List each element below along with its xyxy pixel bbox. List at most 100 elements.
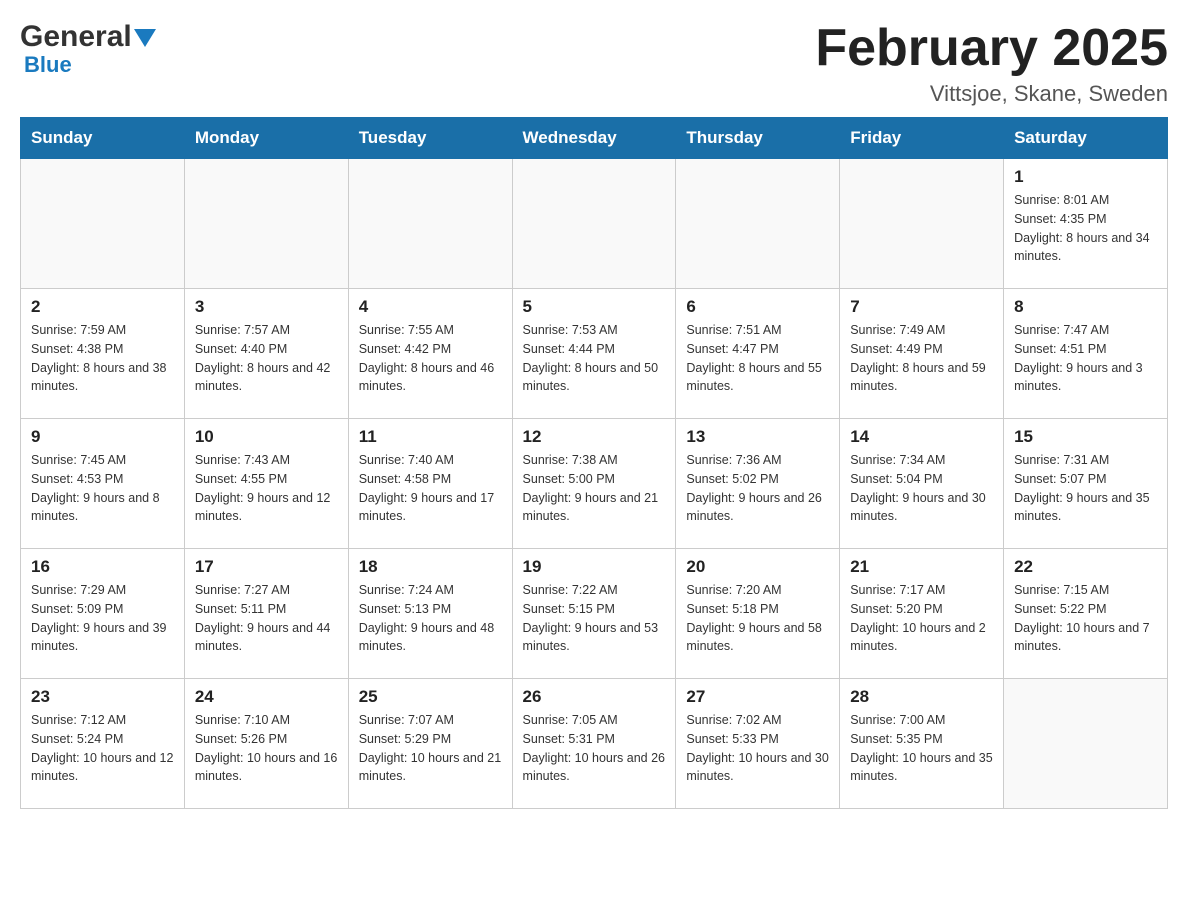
day-info: Sunrise: 7:31 AMSunset: 5:07 PMDaylight:… bbox=[1014, 451, 1157, 526]
day-info: Sunrise: 7:34 AMSunset: 5:04 PMDaylight:… bbox=[850, 451, 993, 526]
day-info: Sunrise: 7:27 AMSunset: 5:11 PMDaylight:… bbox=[195, 581, 338, 656]
calendar-cell: 26 Sunrise: 7:05 AMSunset: 5:31 PMDayligh… bbox=[512, 679, 676, 809]
calendar-cell: 23 Sunrise: 7:12 AMSunset: 5:24 PMDayligh… bbox=[21, 679, 185, 809]
day-number: 10 bbox=[195, 427, 338, 447]
day-info: Sunrise: 7:38 AMSunset: 5:00 PMDaylight:… bbox=[523, 451, 666, 526]
calendar-cell: 13Sunrise: 7:36 AMSunset: 5:02 PMDayligh… bbox=[676, 419, 840, 549]
day-number: 11 bbox=[359, 427, 502, 447]
col-friday: Friday bbox=[840, 118, 1004, 159]
day-number: 4 bbox=[359, 297, 502, 317]
calendar-cell bbox=[1004, 679, 1168, 809]
calendar-week-3: 16 Sunrise: 7:29 AMSunset: 5:09 PMDayligh… bbox=[21, 549, 1168, 679]
day-number: 15 bbox=[1014, 427, 1157, 447]
col-saturday: Saturday bbox=[1004, 118, 1168, 159]
day-number: 22 bbox=[1014, 557, 1157, 577]
day-number: 20 bbox=[686, 557, 829, 577]
calendar-title: February 2025 bbox=[815, 20, 1168, 77]
calendar-cell: 11 Sunrise: 7:40 AMSunset: 4:58 PMDayligh… bbox=[348, 419, 512, 549]
day-number: 1 bbox=[1014, 167, 1157, 187]
calendar-cell: 22 Sunrise: 7:15 AMSunset: 5:22 PMDayligh… bbox=[1004, 549, 1168, 679]
calendar-cell: 9Sunrise: 7:45 AMSunset: 4:53 PMDaylight… bbox=[21, 419, 185, 549]
day-info: Sunrise: 7:10 AMSunset: 5:26 PMDaylight:… bbox=[195, 711, 338, 786]
day-number: 6 bbox=[686, 297, 829, 317]
logo-blue-text: Blue bbox=[20, 52, 72, 78]
day-number: 25 bbox=[359, 687, 502, 707]
day-info: Sunrise: 7:12 AMSunset: 5:24 PMDaylight:… bbox=[31, 711, 174, 786]
day-number: 16 bbox=[31, 557, 174, 577]
calendar-week-1: 2Sunrise: 7:59 AMSunset: 4:38 PMDaylight… bbox=[21, 289, 1168, 419]
header-row: Sunday Monday Tuesday Wednesday Thursday… bbox=[21, 118, 1168, 159]
day-info: Sunrise: 7:43 AMSunset: 4:55 PMDaylight:… bbox=[195, 451, 338, 526]
day-number: 24 bbox=[195, 687, 338, 707]
day-number: 26 bbox=[523, 687, 666, 707]
day-number: 19 bbox=[523, 557, 666, 577]
calendar-cell: 5 Sunrise: 7:53 AMSunset: 4:44 PMDaylight… bbox=[512, 289, 676, 419]
day-info: Sunrise: 7:51 AMSunset: 4:47 PMDaylight:… bbox=[686, 321, 829, 396]
calendar-cell: 25Sunrise: 7:07 AMSunset: 5:29 PMDayligh… bbox=[348, 679, 512, 809]
day-number: 28 bbox=[850, 687, 993, 707]
day-info: Sunrise: 7:00 AMSunset: 5:35 PMDaylight:… bbox=[850, 711, 993, 786]
day-info: Sunrise: 7:57 AMSunset: 4:40 PMDaylight:… bbox=[195, 321, 338, 396]
calendar-cell: 24 Sunrise: 7:10 AMSunset: 5:26 PMDayligh… bbox=[184, 679, 348, 809]
day-info: Sunrise: 7:55 AMSunset: 4:42 PMDaylight:… bbox=[359, 321, 502, 396]
calendar-cell bbox=[676, 159, 840, 289]
day-info: Sunrise: 7:05 AMSunset: 5:31 PMDaylight:… bbox=[523, 711, 666, 786]
calendar-cell: 10 Sunrise: 7:43 AMSunset: 4:55 PMDayligh… bbox=[184, 419, 348, 549]
day-info: Sunrise: 8:01 AMSunset: 4:35 PMDaylight:… bbox=[1014, 191, 1157, 266]
col-tuesday: Tuesday bbox=[348, 118, 512, 159]
calendar-cell: 21Sunrise: 7:17 AMSunset: 5:20 PMDayligh… bbox=[840, 549, 1004, 679]
day-number: 23 bbox=[31, 687, 174, 707]
calendar-cell: 2Sunrise: 7:59 AMSunset: 4:38 PMDaylight… bbox=[21, 289, 185, 419]
logo-general-text: General bbox=[20, 20, 132, 54]
col-thursday: Thursday bbox=[676, 118, 840, 159]
day-info: Sunrise: 7:20 AMSunset: 5:18 PMDaylight:… bbox=[686, 581, 829, 656]
col-wednesday: Wednesday bbox=[512, 118, 676, 159]
day-info: Sunrise: 7:24 AMSunset: 5:13 PMDaylight:… bbox=[359, 581, 502, 656]
day-info: Sunrise: 7:53 AMSunset: 4:44 PMDaylight:… bbox=[523, 321, 666, 396]
day-number: 3 bbox=[195, 297, 338, 317]
calendar-cell bbox=[21, 159, 185, 289]
calendar-cell: 28 Sunrise: 7:00 AMSunset: 5:35 PMDayligh… bbox=[840, 679, 1004, 809]
day-info: Sunrise: 7:29 AMSunset: 5:09 PMDaylight:… bbox=[31, 581, 174, 656]
calendar-header: Sunday Monday Tuesday Wednesday Thursday… bbox=[21, 118, 1168, 159]
day-info: Sunrise: 7:59 AMSunset: 4:38 PMDaylight:… bbox=[31, 321, 174, 396]
calendar-cell: 3 Sunrise: 7:57 AMSunset: 4:40 PMDaylight… bbox=[184, 289, 348, 419]
day-info: Sunrise: 7:47 AMSunset: 4:51 PMDaylight:… bbox=[1014, 321, 1157, 396]
calendar-cell: 20 Sunrise: 7:20 AMSunset: 5:18 PMDayligh… bbox=[676, 549, 840, 679]
calendar-cell: 27Sunrise: 7:02 AMSunset: 5:33 PMDayligh… bbox=[676, 679, 840, 809]
calendar-cell bbox=[512, 159, 676, 289]
day-info: Sunrise: 7:45 AMSunset: 4:53 PMDaylight:… bbox=[31, 451, 174, 526]
day-number: 13 bbox=[686, 427, 829, 447]
calendar-cell: 17 Sunrise: 7:27 AMSunset: 5:11 PMDayligh… bbox=[184, 549, 348, 679]
day-number: 12 bbox=[523, 427, 666, 447]
calendar-cell bbox=[348, 159, 512, 289]
calendar-table: Sunday Monday Tuesday Wednesday Thursday… bbox=[20, 117, 1168, 809]
calendar-cell: 15 Sunrise: 7:31 AMSunset: 5:07 PMDayligh… bbox=[1004, 419, 1168, 549]
page-header: General Blue February 2025 Vittsjoe, Ska… bbox=[20, 20, 1168, 107]
day-number: 21 bbox=[850, 557, 993, 577]
day-number: 8 bbox=[1014, 297, 1157, 317]
day-number: 27 bbox=[686, 687, 829, 707]
calendar-subtitle: Vittsjoe, Skane, Sweden bbox=[815, 81, 1168, 107]
calendar-week-2: 9Sunrise: 7:45 AMSunset: 4:53 PMDaylight… bbox=[21, 419, 1168, 549]
day-info: Sunrise: 7:22 AMSunset: 5:15 PMDaylight:… bbox=[523, 581, 666, 656]
calendar-body: 1 Sunrise: 8:01 AMSunset: 4:35 PMDaylight… bbox=[21, 159, 1168, 809]
calendar-cell: 1 Sunrise: 8:01 AMSunset: 4:35 PMDaylight… bbox=[1004, 159, 1168, 289]
calendar-cell bbox=[840, 159, 1004, 289]
day-info: Sunrise: 7:15 AMSunset: 5:22 PMDaylight:… bbox=[1014, 581, 1157, 656]
day-number: 14 bbox=[850, 427, 993, 447]
day-info: Sunrise: 7:49 AMSunset: 4:49 PMDaylight:… bbox=[850, 321, 993, 396]
day-info: Sunrise: 7:40 AMSunset: 4:58 PMDaylight:… bbox=[359, 451, 502, 526]
logo-triangle-icon bbox=[134, 29, 156, 47]
calendar-week-4: 23 Sunrise: 7:12 AMSunset: 5:24 PMDayligh… bbox=[21, 679, 1168, 809]
calendar-week-0: 1 Sunrise: 8:01 AMSunset: 4:35 PMDaylight… bbox=[21, 159, 1168, 289]
logo: General Blue bbox=[20, 20, 156, 78]
day-number: 17 bbox=[195, 557, 338, 577]
title-area: February 2025 Vittsjoe, Skane, Sweden bbox=[815, 20, 1168, 107]
calendar-cell bbox=[184, 159, 348, 289]
day-number: 18 bbox=[359, 557, 502, 577]
calendar-cell: 19 Sunrise: 7:22 AMSunset: 5:15 PMDayligh… bbox=[512, 549, 676, 679]
col-monday: Monday bbox=[184, 118, 348, 159]
calendar-cell: 4 Sunrise: 7:55 AMSunset: 4:42 PMDaylight… bbox=[348, 289, 512, 419]
day-number: 5 bbox=[523, 297, 666, 317]
